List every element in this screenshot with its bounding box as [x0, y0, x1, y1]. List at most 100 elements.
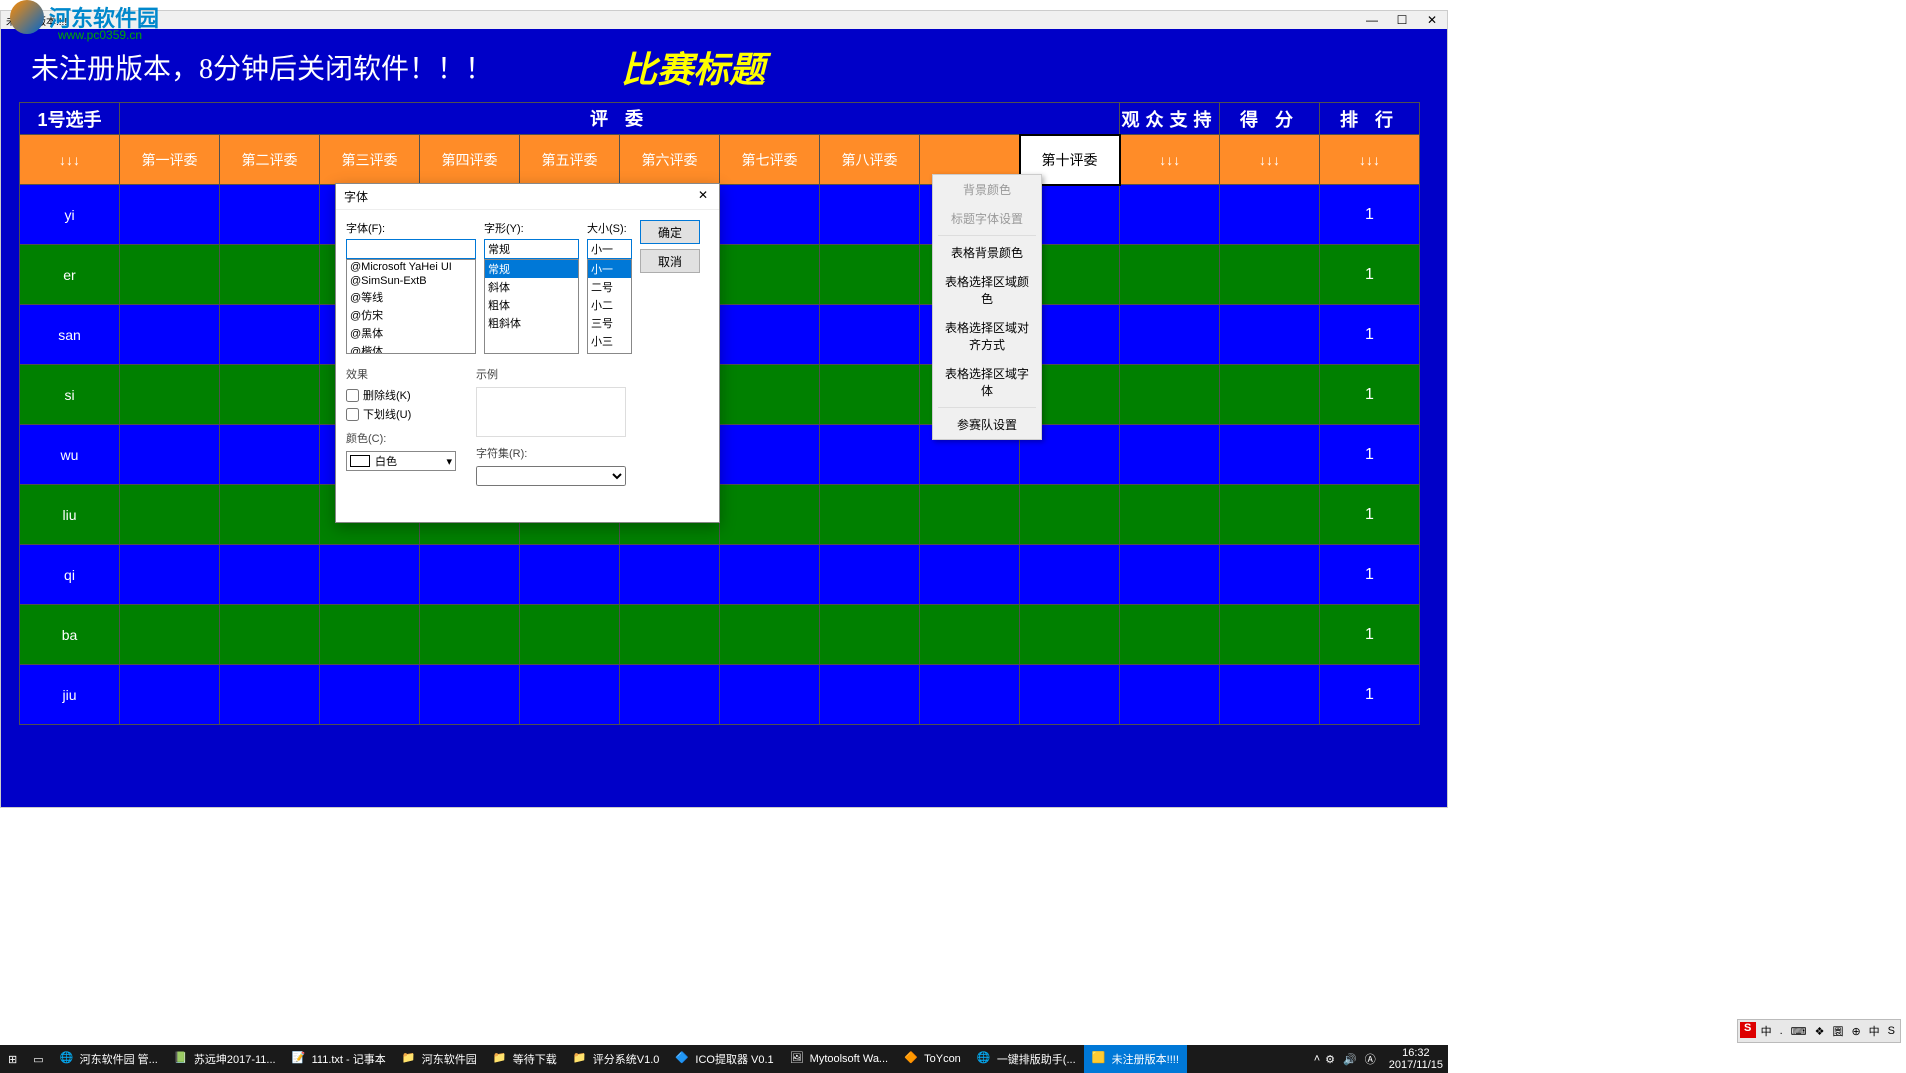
- ime-button[interactable]: 中: [1866, 1022, 1883, 1040]
- score-cell[interactable]: [820, 545, 920, 605]
- ime-button[interactable]: 圜: [1829, 1022, 1846, 1040]
- judge-col-5[interactable]: 第五评委: [520, 135, 620, 185]
- font-option[interactable]: @仿宋: [347, 306, 475, 324]
- ok-button[interactable]: 确定: [640, 220, 700, 244]
- rank-cell[interactable]: 1: [1320, 485, 1420, 545]
- taskbar-item[interactable]: 🔷ICO提取器 V0.1: [667, 1045, 781, 1073]
- contestant-name[interactable]: er: [20, 245, 120, 305]
- total-score-cell[interactable]: [1220, 305, 1320, 365]
- score-cell[interactable]: [220, 485, 320, 545]
- contestant-name[interactable]: wu: [20, 425, 120, 485]
- font-dialog[interactable]: 字体 ✕ 字体(F): @Microsoft YaHei UI@SimSun-E…: [335, 183, 720, 523]
- taskbar-item[interactable]: 📗苏远坤2017-11...: [166, 1045, 284, 1073]
- score-cell[interactable]: [320, 545, 420, 605]
- score-cell[interactable]: [720, 605, 820, 665]
- style-option[interactable]: 斜体: [485, 278, 578, 296]
- font-list[interactable]: @Microsoft YaHei UI@SimSun-ExtB@等线@仿宋@黑体…: [346, 259, 476, 354]
- total-score-cell[interactable]: [1220, 605, 1320, 665]
- menu-item[interactable]: 背景颜色: [933, 175, 1041, 204]
- total-score-cell[interactable]: [1220, 245, 1320, 305]
- score-cell[interactable]: [420, 665, 520, 725]
- score-cell[interactable]: [120, 485, 220, 545]
- score-cell[interactable]: [1020, 485, 1120, 545]
- total-score-cell[interactable]: [1220, 185, 1320, 245]
- contestant-name[interactable]: ba: [20, 605, 120, 665]
- total-score-cell[interactable]: [1220, 665, 1320, 725]
- style-input[interactable]: [484, 239, 579, 259]
- taskbar-item[interactable]: 🌐一键排版助手(...: [969, 1045, 1084, 1073]
- score-cell[interactable]: [420, 605, 520, 665]
- score-cell[interactable]: [120, 665, 220, 725]
- contestant-name[interactable]: yi: [20, 185, 120, 245]
- rank-cell[interactable]: 1: [1320, 245, 1420, 305]
- score-cell[interactable]: [720, 485, 820, 545]
- size-input[interactable]: [587, 239, 632, 259]
- contestant-name[interactable]: jiu: [20, 665, 120, 725]
- table-row[interactable]: jiu 1: [20, 665, 1420, 725]
- tray-icon[interactable]: ⚙: [1325, 1053, 1335, 1066]
- audience-cell[interactable]: [1120, 245, 1220, 305]
- rank-cell[interactable]: 1: [1320, 305, 1420, 365]
- score-cell[interactable]: [720, 545, 820, 605]
- score-cell[interactable]: [120, 545, 220, 605]
- sort-arrows[interactable]: ↓↓↓: [20, 135, 120, 185]
- score-cell[interactable]: [420, 545, 520, 605]
- ime-button[interactable]: S: [1885, 1022, 1898, 1040]
- score-cell[interactable]: [620, 605, 720, 665]
- task-view-button[interactable]: ▭: [25, 1045, 51, 1073]
- total-score-cell[interactable]: [1220, 365, 1320, 425]
- font-input[interactable]: [346, 239, 476, 259]
- score-cell[interactable]: [720, 365, 820, 425]
- score-cell[interactable]: [520, 545, 620, 605]
- menu-item[interactable]: 表格选择区域对齐方式: [933, 313, 1041, 359]
- taskbar-item[interactable]: 🖼Mytoolsoft Wa...: [782, 1045, 896, 1073]
- taskbar-item[interactable]: 🔶ToYcon: [896, 1045, 969, 1073]
- audience-cell[interactable]: [1120, 305, 1220, 365]
- audience-cell[interactable]: [1120, 185, 1220, 245]
- rank-cell[interactable]: 1: [1320, 665, 1420, 725]
- style-option[interactable]: 粗体: [485, 296, 578, 314]
- audience-cell[interactable]: [1120, 485, 1220, 545]
- score-cell[interactable]: [120, 425, 220, 485]
- audience-cell[interactable]: [1120, 605, 1220, 665]
- font-option[interactable]: @黑体: [347, 324, 475, 342]
- size-option[interactable]: 小三: [588, 332, 631, 350]
- score-cell[interactable]: [1020, 605, 1120, 665]
- font-option[interactable]: @SimSun-ExtB: [347, 274, 475, 288]
- maximize-button[interactable]: ☐: [1387, 11, 1417, 29]
- font-option[interactable]: @等线: [347, 288, 475, 306]
- score-cell[interactable]: [120, 245, 220, 305]
- start-button[interactable]: ⊞: [0, 1045, 25, 1073]
- close-button[interactable]: ✕: [1417, 11, 1447, 29]
- score-cell[interactable]: [920, 665, 1020, 725]
- window-titlebar[interactable]: 未注册版本!!!! — ☐ ✕: [1, 11, 1447, 29]
- score-cell[interactable]: [520, 665, 620, 725]
- menu-item[interactable]: 表格选择区域字体: [933, 359, 1041, 405]
- score-cell[interactable]: [120, 605, 220, 665]
- score-cell[interactable]: [820, 365, 920, 425]
- tray-up-icon[interactable]: ˄: [1314, 1053, 1320, 1065]
- tray-icon[interactable]: Ⓐ: [1365, 1051, 1376, 1067]
- audience-cell[interactable]: [1120, 545, 1220, 605]
- score-cell[interactable]: [120, 185, 220, 245]
- rank-cell[interactable]: 1: [1320, 545, 1420, 605]
- rank-cell[interactable]: 1: [1320, 605, 1420, 665]
- taskbar-item[interactable]: 🌐河东软件园 管...: [52, 1045, 166, 1073]
- score-cell[interactable]: [220, 665, 320, 725]
- audience-cell[interactable]: [1120, 365, 1220, 425]
- menu-item[interactable]: 表格选择区域颜色: [933, 267, 1041, 313]
- ime-button[interactable]: 中: [1758, 1022, 1775, 1040]
- score-cell[interactable]: [220, 305, 320, 365]
- strikeout-checkbox[interactable]: 删除线(K): [346, 387, 456, 403]
- rank-cell[interactable]: 1: [1320, 185, 1420, 245]
- judge-col-7[interactable]: 第七评委: [720, 135, 820, 185]
- taskbar-item[interactable]: 📁河东软件园: [394, 1045, 485, 1073]
- size-option[interactable]: 小一: [588, 260, 631, 278]
- score-cell[interactable]: [720, 185, 820, 245]
- judge-col-1[interactable]: 第一评委: [120, 135, 220, 185]
- menu-item[interactable]: 标题字体设置: [933, 204, 1041, 233]
- score-cell[interactable]: [1020, 665, 1120, 725]
- score-cell[interactable]: [520, 605, 620, 665]
- menu-item[interactable]: 参赛队设置: [933, 410, 1041, 439]
- score-cell[interactable]: [220, 605, 320, 665]
